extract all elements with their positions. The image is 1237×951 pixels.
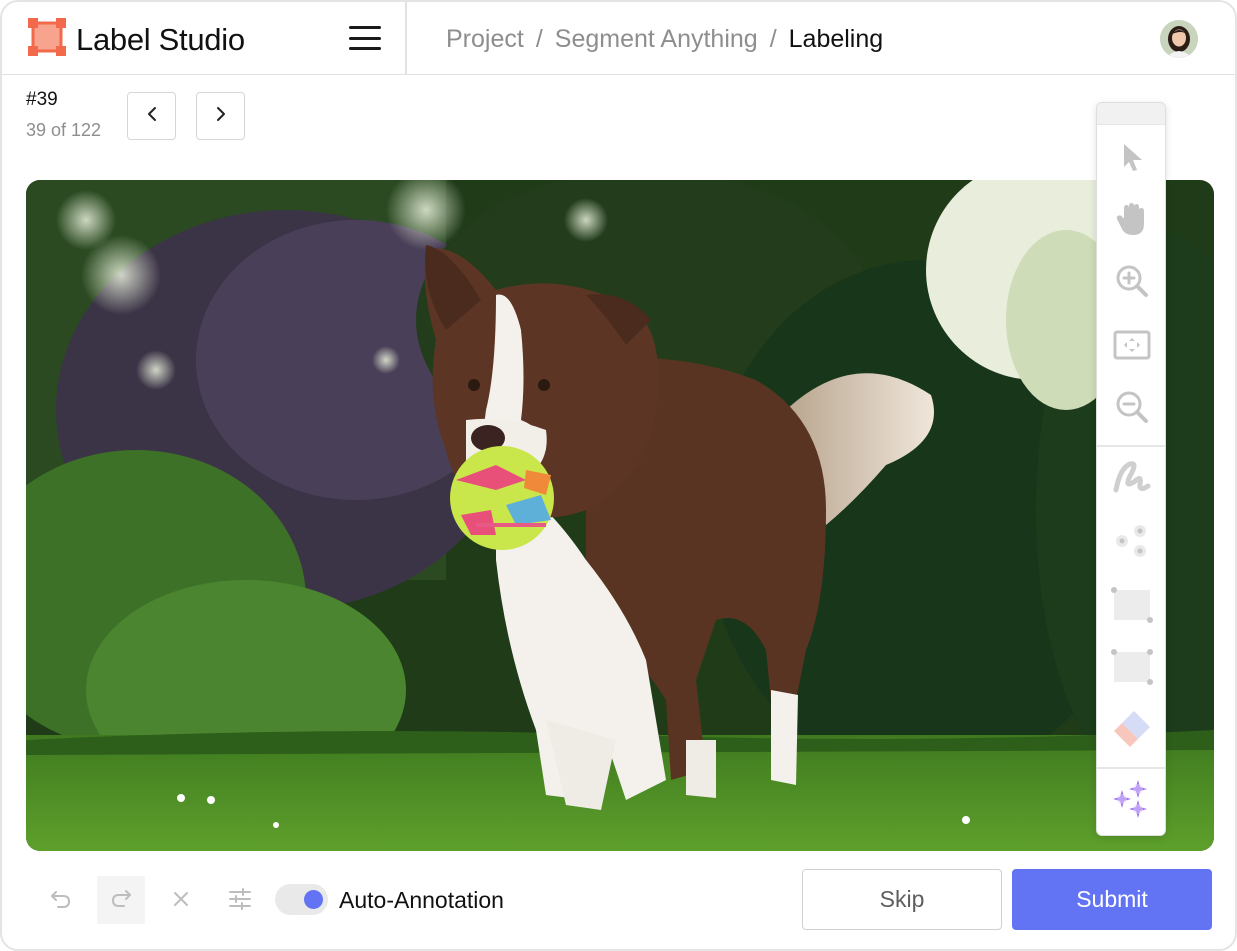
app-name: Label Studio — [76, 21, 245, 57]
tools-toolbar — [1096, 102, 1166, 836]
user-avatar[interactable] — [1160, 20, 1198, 58]
sliders-icon — [228, 887, 252, 915]
task-position: 39 of 122 — [26, 120, 102, 140]
top-header: Label Studio Project / Segment Anything … — [2, 2, 1235, 75]
breadcrumb: Project / Segment Anything / Labeling — [446, 25, 883, 54]
submit-button[interactable]: Submit — [1012, 869, 1212, 930]
zoom-in-tool-button[interactable] — [1110, 261, 1154, 305]
undo-button[interactable] — [38, 878, 84, 924]
brush-tool-button[interactable] — [1110, 458, 1154, 502]
toolbar-divider — [1097, 445, 1165, 447]
redo-button[interactable] — [97, 876, 145, 924]
brush-squiggle-icon — [1110, 458, 1154, 503]
labeling-image[interactable] — [26, 180, 1214, 851]
sparkles-icon — [1110, 778, 1154, 827]
hamburger-menu-icon[interactable] — [348, 24, 382, 52]
app-window: Label Studio Project / Segment Anything … — [0, 0, 1237, 951]
zoom-out-icon — [1114, 389, 1150, 430]
skip-button[interactable]: Skip — [802, 869, 1002, 930]
rectangle-3point-icon — [1110, 647, 1154, 692]
task-id: #39 — [26, 89, 58, 110]
chevron-right-icon — [214, 105, 228, 128]
rectangle-3point-tool-button[interactable] — [1110, 647, 1154, 691]
close-icon — [172, 890, 190, 913]
toolbar-drag-handle[interactable] — [1097, 103, 1165, 125]
label-studio-logo-icon — [28, 18, 66, 61]
breadcrumb-current: Labeling — [788, 25, 884, 53]
breadcrumb-project[interactable]: Project — [446, 25, 524, 54]
select-tool-button[interactable] — [1110, 137, 1154, 181]
previous-task-button[interactable] — [127, 92, 176, 140]
reset-button[interactable] — [158, 878, 204, 924]
auto-annotation-tool-button[interactable] — [1110, 778, 1154, 827]
toggle-knob — [304, 890, 323, 909]
cursor-arrow-icon — [1118, 141, 1146, 178]
auto-annotation-label: Auto-Annotation — [339, 887, 504, 913]
zoom-out-tool-button[interactable] — [1110, 387, 1154, 431]
keypoint-tool-button[interactable] — [1110, 521, 1154, 565]
eraser-icon — [1110, 707, 1154, 756]
keypoints-icon — [1110, 519, 1154, 568]
undo-icon — [50, 888, 72, 915]
toolbar-divider — [1097, 767, 1165, 769]
settings-button[interactable] — [217, 878, 263, 924]
next-task-button[interactable] — [196, 92, 245, 140]
header-divider — [405, 2, 407, 75]
rectangle-tool-button[interactable] — [1110, 585, 1154, 629]
rectangle-icon — [1110, 585, 1154, 630]
breadcrumb-separator: / — [535, 25, 543, 53]
brand[interactable]: Label Studio — [28, 18, 245, 61]
breadcrumb-separator: / — [769, 25, 777, 53]
redo-icon — [110, 887, 132, 914]
chevron-left-icon — [145, 105, 159, 128]
dog-photo-image — [26, 180, 1214, 851]
auto-annotation-toggle[interactable] — [275, 884, 328, 915]
hand-icon — [1114, 200, 1150, 243]
pan-tool-button[interactable] — [1110, 199, 1154, 243]
breadcrumb-segment-anything[interactable]: Segment Anything — [555, 25, 758, 54]
zoom-to-fit-tool-button[interactable] — [1110, 325, 1154, 369]
eraser-tool-button[interactable] — [1110, 709, 1154, 753]
zoom-in-icon — [1114, 263, 1150, 304]
fit-to-screen-icon — [1113, 330, 1151, 365]
